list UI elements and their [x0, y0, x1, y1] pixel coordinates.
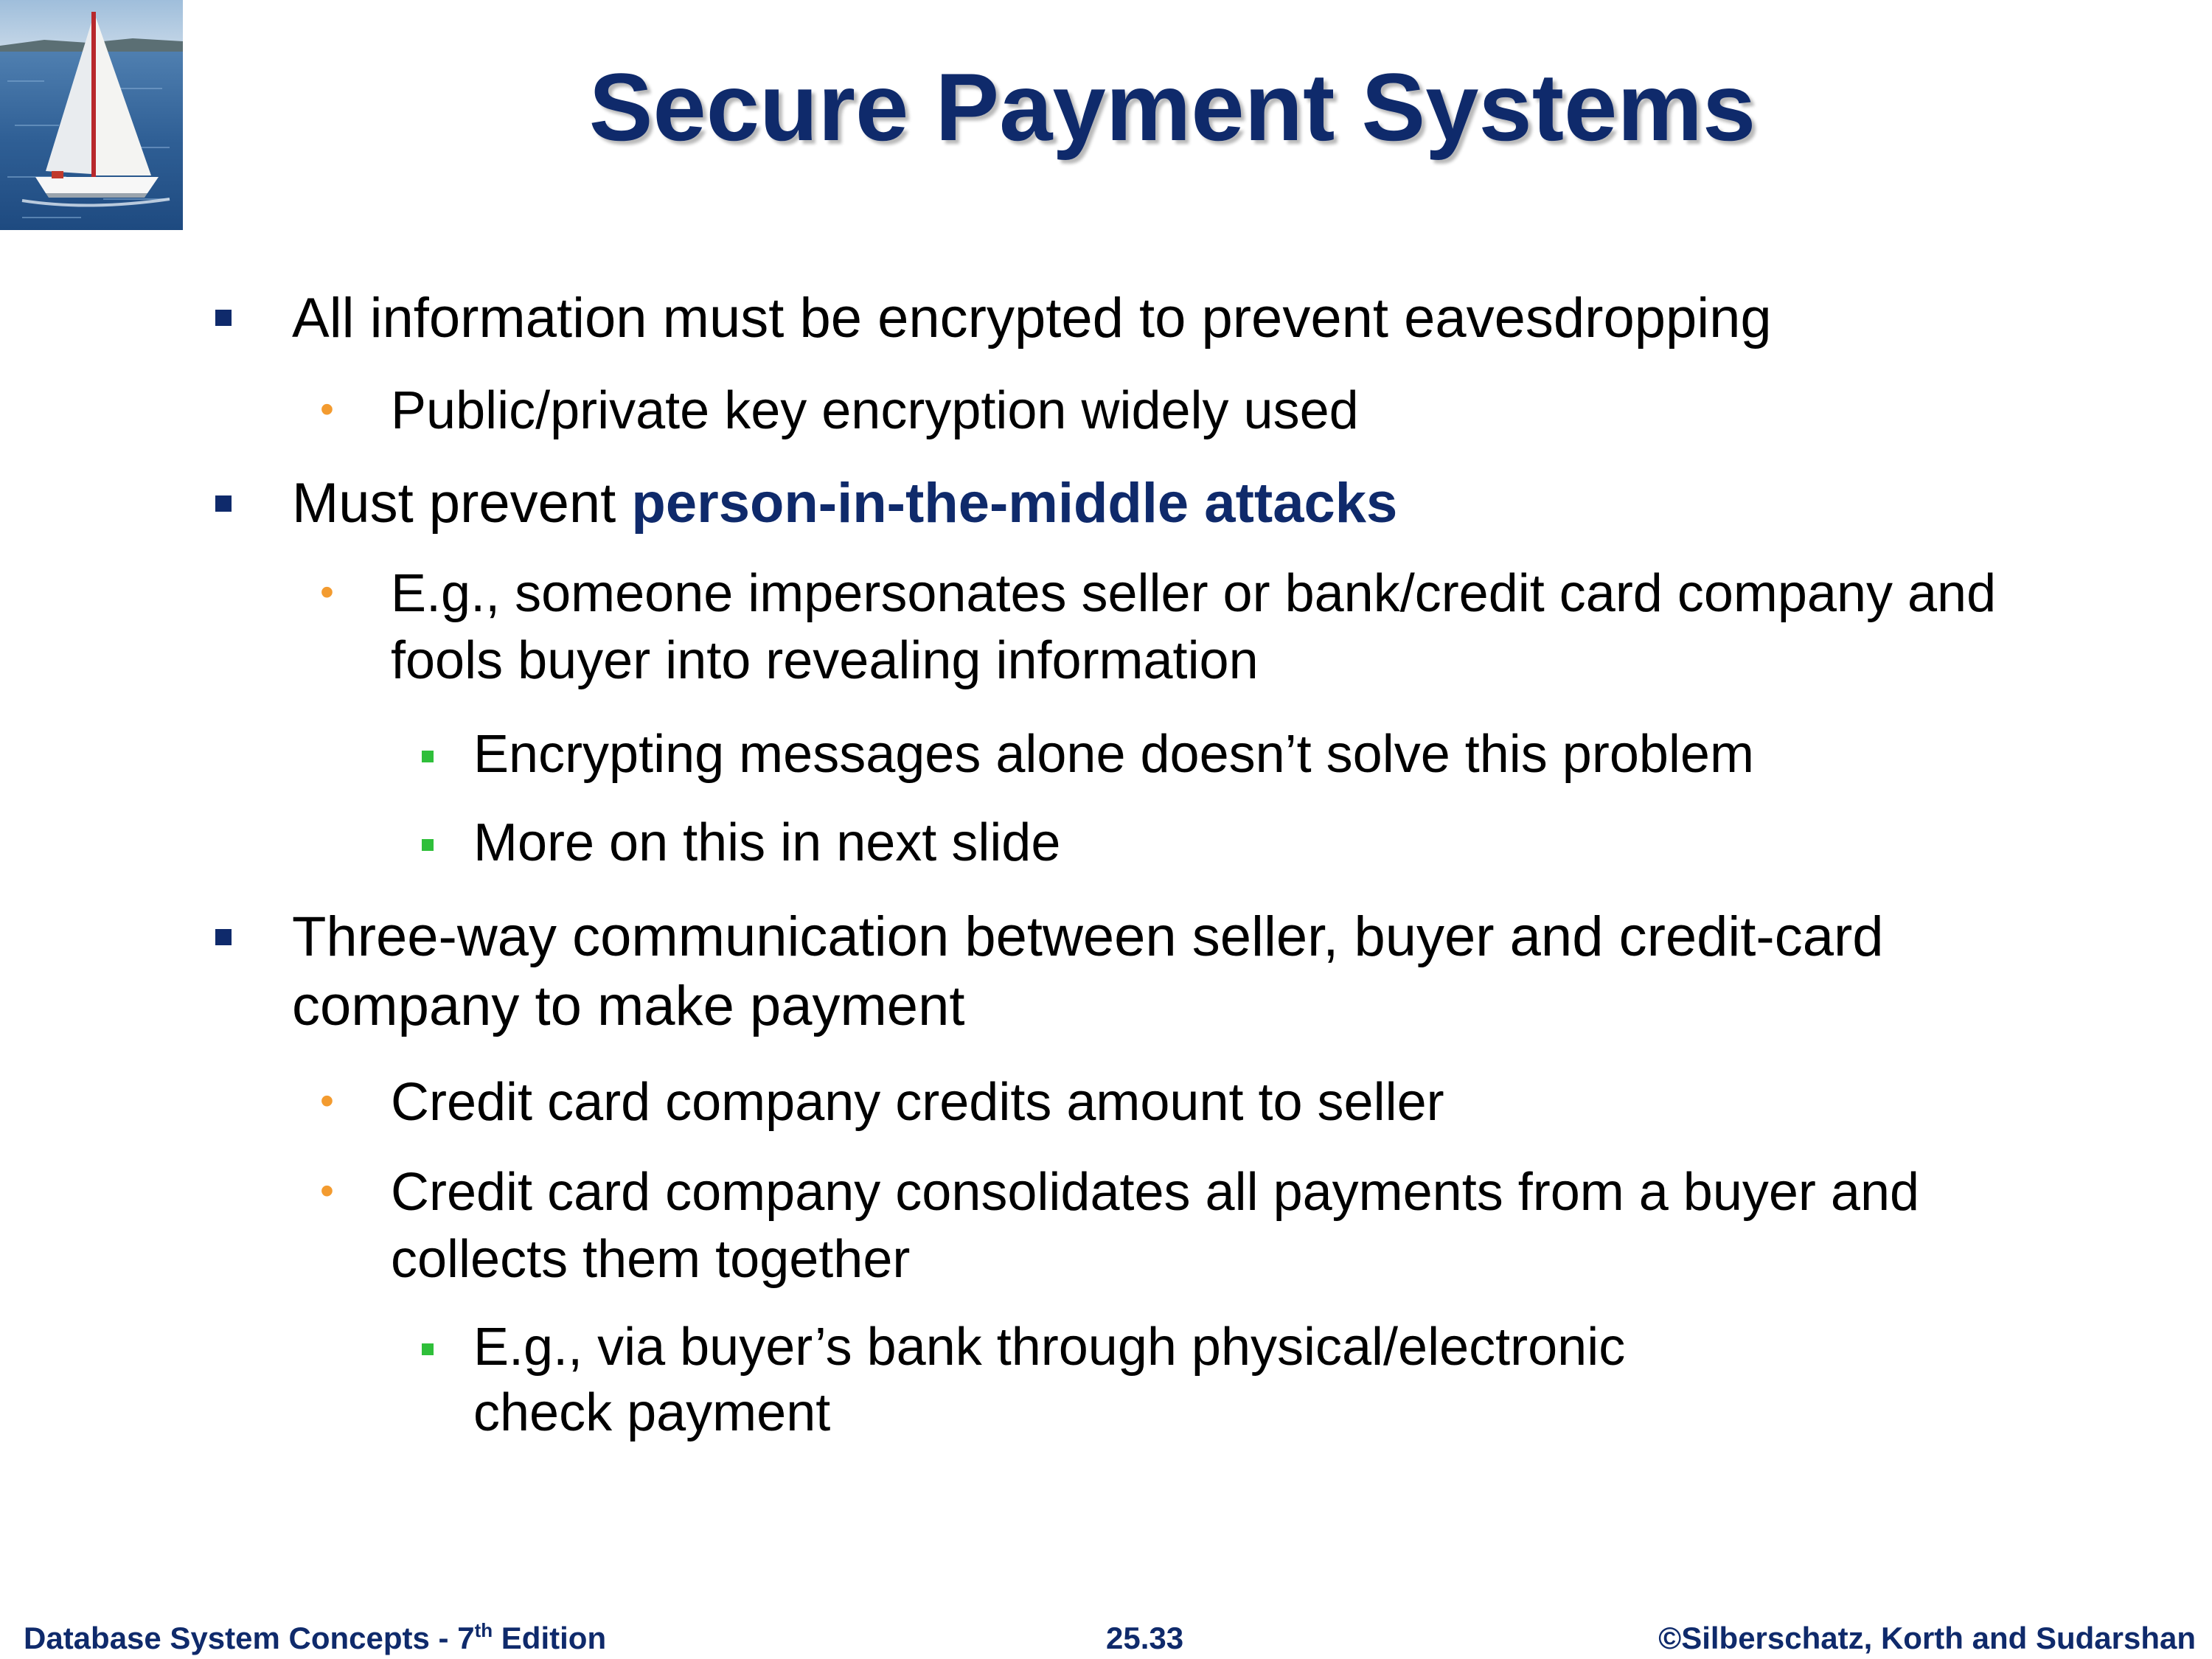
- bullet-three-way-line2: company to make payment: [292, 975, 965, 1037]
- level1-bullet-square: [215, 310, 232, 326]
- level1-bullet-square: [215, 495, 232, 512]
- bullet-person-in-middle: Must prevent person-in-the-middle attack…: [292, 469, 1397, 538]
- footer-page-number: 25.33: [1106, 1621, 1184, 1655]
- bullet-via-bank-line2: check payment: [473, 1383, 831, 1442]
- bullet-public-private-key: Public/private key encryption widely use…: [391, 381, 1359, 440]
- bullet-credits-amount: Credit card company credits amount to se…: [391, 1073, 1444, 1132]
- level3-bullet-square: [422, 839, 434, 851]
- level2-bullet-dot: •: [320, 570, 334, 614]
- level3-bullet-square: [422, 751, 434, 762]
- bullet-consolidates-line2: collects them together: [391, 1230, 911, 1289]
- sailboat-logo-icon: [0, 0, 183, 230]
- level2-bullet-dot: •: [320, 387, 334, 431]
- bullet-impersonation-line1: E.g., someone impersonates seller or ban…: [391, 564, 1997, 623]
- bullet-consolidates-line1: Credit card company consolidates all pay…: [391, 1163, 1920, 1222]
- bullet-encrypt-all: All information must be encrypted to pre…: [292, 287, 1772, 349]
- footer-book-title-suffix: Edition: [493, 1621, 607, 1655]
- bullet-three-way-line1: Three-way communication between seller, …: [292, 905, 1884, 968]
- bullet-via-bank-line1: E.g., via buyer’s bank through physical/…: [473, 1318, 1626, 1377]
- level2-bullet-dot: •: [320, 1079, 334, 1123]
- level1-bullet-square: [215, 929, 232, 945]
- level3-bullet-square: [422, 1343, 434, 1355]
- bullet-person-in-middle-prefix: Must prevent: [292, 472, 632, 535]
- footer-book-title-prefix: Database System Concepts - 7: [24, 1621, 475, 1655]
- bullet-impersonation-line2: fools buyer into revealing information: [391, 631, 1259, 690]
- bullet-more-next-slide: More on this in next slide: [473, 813, 1061, 872]
- footer-copyright: ©Silberschatz, Korth and Sudarshan: [1658, 1621, 2196, 1655]
- footer-book-title-sup: th: [474, 1619, 493, 1641]
- bullet-encrypting-alone: Encrypting messages alone doesn’t solve …: [473, 725, 1754, 784]
- footer-book-title: Database System Concepts - 7th Edition: [24, 1619, 606, 1658]
- slide-title: Secure Payment Systems: [588, 53, 1756, 161]
- level2-bullet-dot: •: [320, 1169, 334, 1213]
- person-in-the-middle-highlight: person-in-the-middle attacks: [631, 472, 1398, 535]
